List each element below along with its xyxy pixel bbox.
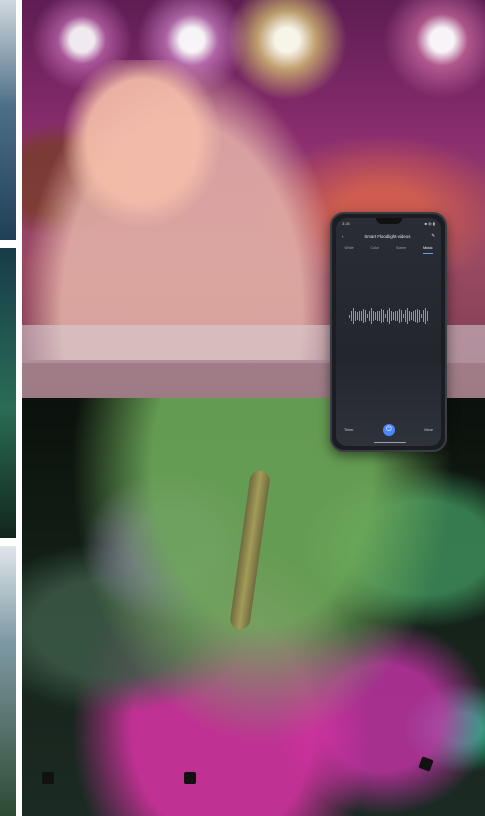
- waveform-bar: [405, 310, 406, 322]
- thumbnail-3[interactable]: [0, 546, 16, 816]
- waveform-bar: [369, 310, 370, 322]
- waveform-bar: [417, 309, 418, 323]
- waveform-bar: [423, 310, 424, 322]
- mode-tabs: White Color Scene Music: [336, 246, 441, 254]
- bottom-controls: Timer ⏻ More: [336, 422, 441, 438]
- waveform-bar: [421, 314, 422, 318]
- floodlight-2: [184, 772, 196, 784]
- power-icon[interactable]: ⏻: [382, 424, 395, 436]
- edit-icon[interactable]: ✎: [431, 233, 435, 239]
- waveform-bar: [351, 310, 352, 322]
- status-bar: 3:26 ■ ◍ ▮: [342, 221, 435, 227]
- waveform-bar: [357, 312, 358, 320]
- party-person: [22, 60, 342, 360]
- thumbnail-1[interactable]: [0, 0, 16, 240]
- app-title: Smart Floodlight-videos: [364, 233, 411, 239]
- music-waveform: [348, 302, 429, 330]
- back-icon[interactable]: ‹: [342, 234, 343, 239]
- waveform-bar: [391, 310, 392, 322]
- waveform-bar: [419, 309, 420, 323]
- waveform-bar: [371, 308, 372, 324]
- waveform-bar: [409, 310, 410, 322]
- garden-scene: [22, 398, 485, 816]
- waveform-bar: [385, 314, 386, 318]
- status-time: 3:26: [342, 221, 350, 226]
- phone-screen: 3:26 ■ ◍ ▮ ‹ Smart Floodlight-videos ✎ W…: [336, 218, 441, 446]
- tab-music[interactable]: Music: [423, 246, 433, 254]
- timer-button[interactable]: Timer: [344, 428, 354, 432]
- waveform-bar: [393, 312, 394, 320]
- waveform-bar: [367, 314, 368, 318]
- waveform-bar: [425, 308, 426, 324]
- waveform-bar: [359, 310, 360, 322]
- waveform-bar: [411, 312, 412, 320]
- waveform-bar: [395, 310, 396, 322]
- status-indicators: ■ ◍ ▮: [424, 221, 435, 226]
- waveform-bar: [413, 310, 414, 322]
- waveform-bar: [403, 314, 404, 318]
- thumbnail-2[interactable]: [0, 248, 16, 538]
- phone-mockup: 3:26 ■ ◍ ▮ ‹ Smart Floodlight-videos ✎ W…: [330, 212, 447, 452]
- waveform-bar: [361, 310, 362, 322]
- waveform-bar: [399, 309, 400, 323]
- waveform-bar: [427, 310, 428, 322]
- app-header: ‹ Smart Floodlight-videos ✎: [336, 232, 441, 240]
- waveform-bar: [389, 308, 390, 324]
- waveform-bar: [379, 310, 380, 322]
- waveform-bar: [365, 309, 366, 323]
- waveform-bar: [377, 310, 378, 322]
- waveform-bar: [349, 314, 350, 318]
- waveform-bar: [383, 309, 384, 323]
- waveform-bar: [373, 310, 374, 322]
- waveform-bar: [387, 310, 388, 322]
- waveform-bar: [401, 309, 402, 323]
- waveform-bar: [375, 312, 376, 320]
- left-thumbnail-strip: [0, 0, 16, 816]
- waveform-bar: [363, 309, 364, 323]
- waveform-bar: [355, 310, 356, 322]
- tab-scene[interactable]: Scene: [396, 246, 406, 254]
- waveform-bar: [353, 308, 354, 324]
- waveform-bar: [415, 310, 416, 322]
- waveform-bar: [397, 310, 398, 322]
- waveform-bar: [381, 309, 382, 323]
- home-indicator: [374, 441, 406, 443]
- waveform-bar: [407, 308, 408, 324]
- tab-white[interactable]: White: [344, 246, 353, 254]
- tab-color[interactable]: Color: [371, 246, 380, 254]
- floodlight-1: [42, 772, 54, 784]
- more-button[interactable]: More: [424, 428, 433, 432]
